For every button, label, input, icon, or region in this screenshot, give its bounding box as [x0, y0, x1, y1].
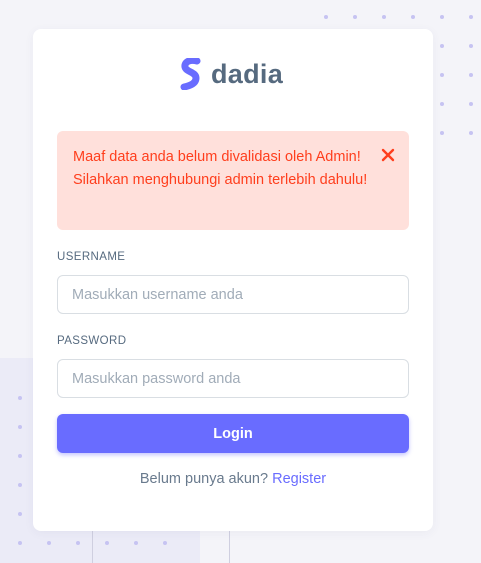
decorative-dot — [18, 396, 22, 400]
s-logo-icon — [180, 58, 201, 90]
password-input[interactable] — [57, 359, 409, 398]
decorative-dot — [18, 512, 22, 516]
decorative-dot — [469, 44, 473, 48]
register-prompt: Belum punya akun? Register — [33, 471, 433, 487]
decorative-dot — [163, 541, 167, 545]
decorative-dot — [440, 73, 444, 77]
decorative-dot — [382, 15, 386, 19]
login-button[interactable]: Login — [57, 414, 409, 453]
decorative-dot — [469, 15, 473, 19]
decorative-dot — [440, 131, 444, 135]
register-link[interactable]: Register — [272, 471, 326, 487]
brand-logo: dadia — [180, 58, 283, 90]
decorative-dot — [353, 15, 357, 19]
decorative-dot — [18, 541, 22, 545]
decorative-dot — [469, 131, 473, 135]
decorative-dot — [324, 15, 328, 19]
decorative-dot — [18, 454, 22, 458]
validation-alert: Maaf data anda belum divalidasi oleh Adm… — [57, 131, 409, 230]
decorative-dot — [411, 15, 415, 19]
decorative-dot — [440, 44, 444, 48]
brand-name: dadia — [211, 58, 284, 89]
close-icon[interactable] — [381, 148, 395, 162]
decorative-dot — [18, 483, 22, 487]
decorative-dot — [47, 541, 51, 545]
decorative-dot — [134, 541, 138, 545]
decorative-dot — [469, 102, 473, 106]
password-label: PASSWORD — [57, 335, 127, 347]
decorative-dot — [105, 541, 109, 545]
decorative-dot — [76, 541, 80, 545]
decorative-dot — [440, 15, 444, 19]
login-card: dadia Maaf data anda belum divalidasi ol… — [33, 29, 433, 531]
decorative-dot — [18, 425, 22, 429]
username-input[interactable] — [57, 275, 409, 314]
register-prompt-text: Belum punya akun? — [139, 471, 269, 487]
username-label: USERNAME — [57, 251, 126, 263]
decorative-dot — [440, 102, 444, 106]
decorative-dot — [469, 73, 473, 77]
alert-message: Maaf data anda belum divalidasi oleh Adm… — [73, 149, 368, 188]
